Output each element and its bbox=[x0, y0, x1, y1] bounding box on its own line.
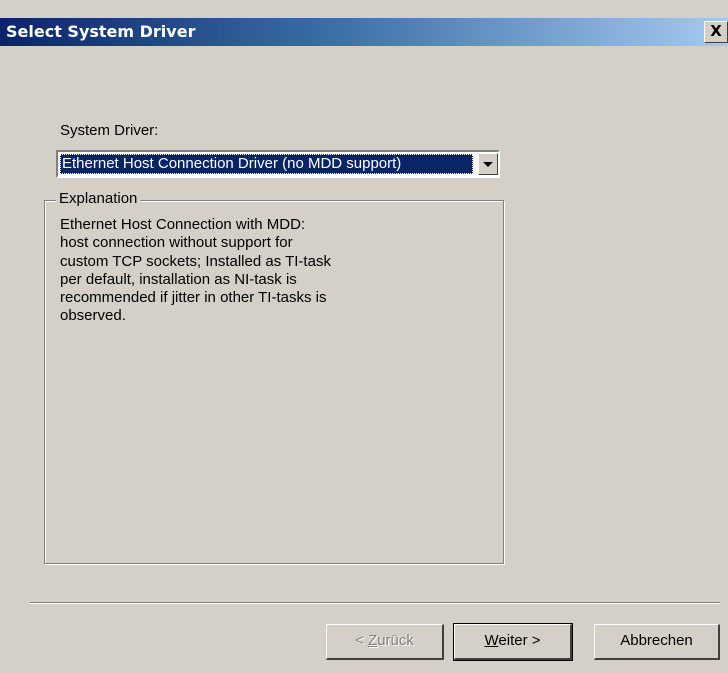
back-label-rest: urück bbox=[377, 632, 414, 649]
dropdown-button[interactable] bbox=[478, 153, 498, 175]
close-icon: X bbox=[710, 22, 722, 40]
back-button[interactable]: < Zurück bbox=[326, 624, 444, 660]
back-prefix: < bbox=[355, 632, 369, 649]
system-driver-selected-value[interactable]: Ethernet Host Connection Driver (no MDD … bbox=[60, 154, 473, 174]
title-bar: Select System Driver X bbox=[0, 18, 728, 46]
system-driver-select[interactable]: Ethernet Host Connection Driver (no MDD … bbox=[56, 150, 500, 178]
system-driver-label: System Driver: bbox=[60, 122, 159, 139]
cancel-button[interactable]: Abbrechen bbox=[594, 624, 720, 660]
explanation-legend: Explanation bbox=[56, 190, 141, 207]
cancel-label: Abbrechen bbox=[620, 632, 693, 649]
explanation-text: Ethernet Host Connection with MDD: host … bbox=[60, 216, 331, 325]
next-label-rest: eiter > bbox=[498, 632, 541, 649]
window-title: Select System Driver bbox=[6, 22, 196, 41]
chevron-down-icon bbox=[483, 162, 493, 167]
close-button[interactable]: X bbox=[704, 21, 728, 43]
next-mnemonic: W bbox=[484, 632, 499, 649]
back-mnemonic: Z bbox=[368, 632, 378, 649]
next-button[interactable]: Weiter > bbox=[453, 623, 573, 661]
separator-line bbox=[30, 602, 720, 604]
